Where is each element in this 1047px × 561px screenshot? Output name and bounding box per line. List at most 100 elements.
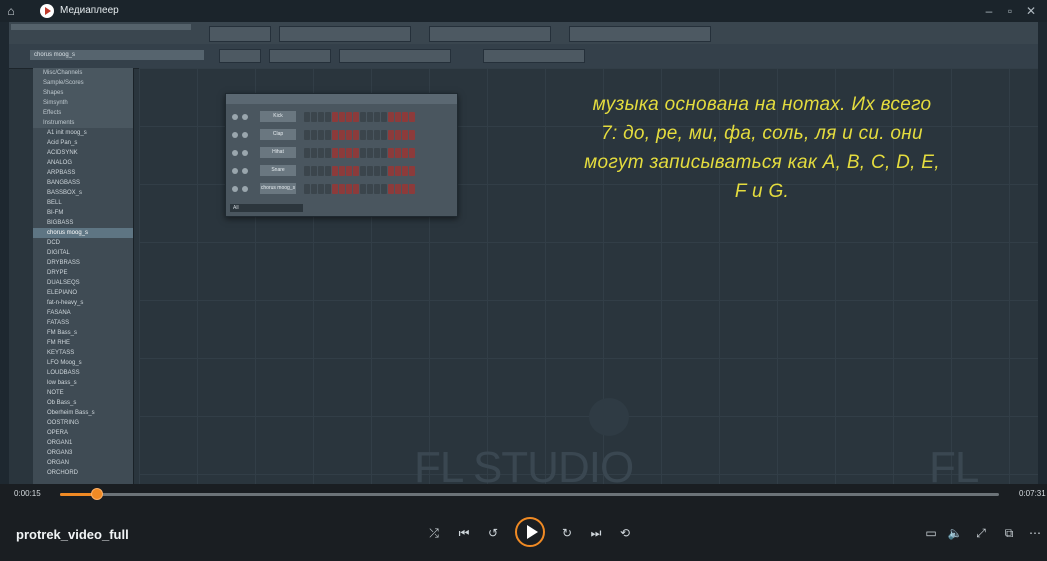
step-button[interactable] xyxy=(388,184,394,194)
step-button[interactable] xyxy=(374,130,380,140)
forward-30-icon[interactable]: ↻ xyxy=(558,524,576,542)
browser-item[interactable]: LFO Moog_s xyxy=(33,358,133,368)
step-button[interactable] xyxy=(353,148,359,158)
step-button[interactable] xyxy=(318,184,324,194)
step-button[interactable] xyxy=(318,148,324,158)
step-button[interactable] xyxy=(402,112,408,122)
browser-item[interactable]: BIGBASS xyxy=(33,218,133,228)
browser-item[interactable]: BASSBOX_s xyxy=(33,188,133,198)
channel-name-button[interactable]: Kick xyxy=(260,111,296,122)
step-button[interactable] xyxy=(381,148,387,158)
channel-name-button[interactable]: Hihat xyxy=(260,147,296,158)
step-button[interactable] xyxy=(360,184,366,194)
step-button[interactable] xyxy=(388,130,394,140)
step-button[interactable] xyxy=(318,166,324,176)
step-button[interactable] xyxy=(339,130,345,140)
home-icon[interactable]: ⌂ xyxy=(4,4,18,18)
step-button[interactable] xyxy=(367,112,373,122)
step-button[interactable] xyxy=(409,184,415,194)
browser-item[interactable]: fat-n-heavy_s xyxy=(33,298,133,308)
browser-item[interactable]: KEYTASS xyxy=(33,348,133,358)
step-button[interactable] xyxy=(332,148,338,158)
step-button[interactable] xyxy=(339,148,345,158)
step-button[interactable] xyxy=(374,184,380,194)
step-button[interactable] xyxy=(360,148,366,158)
browser-item[interactable]: ORGAN1 xyxy=(33,438,133,448)
step-button[interactable] xyxy=(395,112,401,122)
step-button[interactable] xyxy=(346,166,352,176)
step-button[interactable] xyxy=(395,130,401,140)
browser-item[interactable]: BI-FM xyxy=(33,208,133,218)
browser-item[interactable]: Ob Bass_s xyxy=(33,398,133,408)
step-button[interactable] xyxy=(388,148,394,158)
channel-pan-knob[interactable] xyxy=(242,186,248,192)
step-button[interactable] xyxy=(353,130,359,140)
browser-item[interactable]: NOTE xyxy=(33,388,133,398)
step-button[interactable] xyxy=(332,112,338,122)
subtitles-icon[interactable]: ▭ xyxy=(922,524,940,542)
step-button[interactable] xyxy=(395,166,401,176)
channel-mute-led[interactable] xyxy=(232,114,238,120)
step-button[interactable] xyxy=(374,112,380,122)
step-button[interactable] xyxy=(325,112,331,122)
channel-pan-knob[interactable] xyxy=(242,132,248,138)
browser-item[interactable]: DUALSEQS xyxy=(33,278,133,288)
step-button[interactable] xyxy=(409,112,415,122)
browser-item[interactable]: FM RHE xyxy=(33,338,133,348)
step-button[interactable] xyxy=(304,184,310,194)
step-button[interactable] xyxy=(360,166,366,176)
step-button[interactable] xyxy=(311,112,317,122)
step-button[interactable] xyxy=(388,112,394,122)
channel-pan-knob[interactable] xyxy=(242,150,248,156)
step-button[interactable] xyxy=(395,184,401,194)
next-icon[interactable]: ⏭ xyxy=(587,524,605,542)
step-button[interactable] xyxy=(409,130,415,140)
step-button[interactable] xyxy=(332,184,338,194)
browser-folder[interactable]: Effects xyxy=(33,108,133,118)
browser-item[interactable]: BANGBASS xyxy=(33,178,133,188)
rewind-10-icon[interactable]: ↺ xyxy=(484,524,502,542)
step-button[interactable] xyxy=(325,148,331,158)
step-button[interactable] xyxy=(360,112,366,122)
close-icon[interactable]: ✕ xyxy=(1018,2,1044,20)
step-button[interactable] xyxy=(346,148,352,158)
step-button[interactable] xyxy=(325,166,331,176)
browser-item[interactable]: ELEPIANO xyxy=(33,288,133,298)
step-button[interactable] xyxy=(381,184,387,194)
step-button[interactable] xyxy=(402,148,408,158)
step-button[interactable] xyxy=(304,130,310,140)
browser-item[interactable]: FASANA xyxy=(33,308,133,318)
step-button[interactable] xyxy=(304,166,310,176)
volume-icon[interactable]: 🔈 xyxy=(946,524,964,542)
step-button[interactable] xyxy=(311,130,317,140)
step-button[interactable] xyxy=(346,184,352,194)
browser-folder[interactable]: Instruments xyxy=(33,118,133,128)
browser-item[interactable]: chorus moog_s xyxy=(33,228,133,238)
step-button[interactable] xyxy=(353,184,359,194)
browser-item[interactable]: Oberheim Bass_s xyxy=(33,408,133,418)
channel-name-button[interactable]: Snare xyxy=(260,165,296,176)
step-button[interactable] xyxy=(402,130,408,140)
step-button[interactable] xyxy=(339,112,345,122)
browser-folder[interactable]: Sample/Scores xyxy=(33,78,133,88)
step-button[interactable] xyxy=(367,166,373,176)
step-button[interactable] xyxy=(402,184,408,194)
channel-row[interactable]: Snare xyxy=(230,164,454,178)
browser-item[interactable]: ANALOG xyxy=(33,158,133,168)
browser-item[interactable]: BELL xyxy=(33,198,133,208)
previous-icon[interactable]: ⏮ xyxy=(455,524,473,542)
step-button[interactable] xyxy=(346,130,352,140)
step-button[interactable] xyxy=(409,166,415,176)
browser-item[interactable]: Acid Pan_s xyxy=(33,138,133,148)
step-button[interactable] xyxy=(374,148,380,158)
browser-item[interactable]: ORCHORD xyxy=(33,468,133,478)
step-button[interactable] xyxy=(318,130,324,140)
browser-item[interactable]: DRYPE xyxy=(33,268,133,278)
seek-bar[interactable] xyxy=(60,493,999,496)
step-button[interactable] xyxy=(367,148,373,158)
step-button[interactable] xyxy=(311,166,317,176)
channel-pan-knob[interactable] xyxy=(242,168,248,174)
channel-name-button[interactable]: chorus moog_s xyxy=(260,183,296,194)
browser-item[interactable]: ORGAN xyxy=(33,458,133,468)
step-button[interactable] xyxy=(311,148,317,158)
